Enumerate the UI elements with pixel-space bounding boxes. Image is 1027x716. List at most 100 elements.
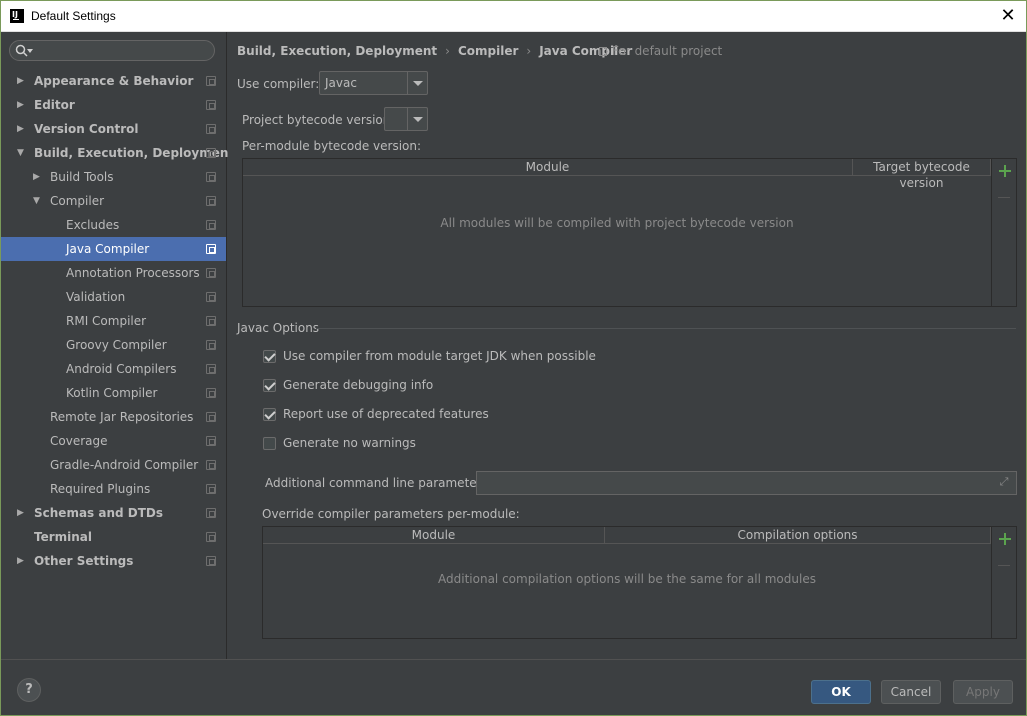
expanded-arrow-icon[interactable]: ▼ xyxy=(17,141,27,165)
project-settings-icon xyxy=(206,196,216,206)
use-compiler-label: Use compiler: xyxy=(237,77,320,91)
sidebar-item-remote-jar-repositories[interactable]: Remote Jar Repositories xyxy=(1,405,226,429)
project-bytecode-label: Project bytecode version: xyxy=(242,113,395,127)
sidebar-item-label: Annotation Processors xyxy=(66,266,200,280)
search-input[interactable] xyxy=(9,40,215,61)
settings-sidebar: ▶ Appearance & Behavior ▶ Editor ▶ Version Co… xyxy=(1,32,234,659)
per-module-bytecode-table: Module Target bytecode version All modul… xyxy=(242,158,1017,307)
empty-table-text: All modules will be compiled with projec… xyxy=(440,216,794,230)
table-toolbar xyxy=(991,159,1016,306)
sidebar-item-label: Coverage xyxy=(50,434,108,448)
breadcrumb-item-compiler: Compiler xyxy=(457,44,519,58)
sidebar-item-label: Build, Execution, Deployment xyxy=(34,146,235,160)
project-bytecode-select[interactable] xyxy=(384,107,428,131)
sidebar-item-compiler[interactable]: ▼ Compiler xyxy=(1,189,226,213)
sidebar-item-coverage[interactable]: Coverage xyxy=(1,429,226,453)
option-label: Report use of deprecated features xyxy=(283,407,489,421)
close-icon[interactable]: ✕ xyxy=(998,5,1018,26)
sidebar-item-label: Appearance & Behavior xyxy=(34,74,194,88)
additional-params-label: Additional command line parameters: xyxy=(265,476,492,490)
sidebar-item-editor[interactable]: ▶ Editor xyxy=(1,93,226,117)
project-settings-icon xyxy=(206,124,216,134)
sidebar-item-label: Java Compiler xyxy=(66,242,150,256)
sidebar-item-label: Version Control xyxy=(34,122,139,136)
checkbox-use-module-jdk[interactable] xyxy=(263,350,276,363)
intellij-app-icon: IJ xyxy=(10,9,24,23)
option-label: Generate no warnings xyxy=(283,436,416,450)
sidebar-item-android-compilers[interactable]: Android Compilers xyxy=(1,357,226,381)
sidebar-item-annotation-processors[interactable]: Annotation Processors xyxy=(1,261,226,285)
project-settings-icon xyxy=(206,100,216,110)
collapsed-arrow-icon[interactable]: ▶ xyxy=(17,93,27,117)
sidebar-item-version-control[interactable]: ▶ Version Control xyxy=(1,117,226,141)
sidebar-item-schemas-and-dtds[interactable]: ▶ Schemas and DTDs xyxy=(1,501,226,525)
empty-table-text: Additional compilation options will be t… xyxy=(438,572,816,586)
column-module[interactable]: Module xyxy=(243,159,853,175)
window-title: Default Settings xyxy=(31,9,116,23)
sidebar-item-gradle-android-compiler[interactable]: Gradle-Android Compiler xyxy=(1,453,226,477)
table-header: Module Target bytecode version xyxy=(243,159,991,190)
javac-options-title: Javac Options xyxy=(237,321,320,335)
chevron-down-icon xyxy=(407,108,427,130)
sidebar-item-groovy-compiler[interactable]: Groovy Compiler xyxy=(1,333,226,357)
collapsed-arrow-icon[interactable]: ▶ xyxy=(17,549,27,573)
sidebar-item-label: Excludes xyxy=(66,218,120,232)
sidebar-item-build-execution-deployment[interactable]: ▼ Build, Execution, Deployment xyxy=(1,141,234,165)
collapsed-arrow-icon[interactable]: ▶ xyxy=(33,165,43,189)
project-settings-icon xyxy=(206,76,216,86)
collapsed-arrow-icon[interactable]: ▶ xyxy=(17,501,27,525)
checkbox-debugging-info[interactable] xyxy=(263,379,276,392)
apply-button[interactable]: Apply xyxy=(953,680,1013,704)
ok-button[interactable]: OK xyxy=(811,680,871,704)
override-params-label: Override compiler parameters per-module: xyxy=(262,507,520,521)
project-settings-icon xyxy=(206,244,216,254)
collapsed-arrow-icon[interactable]: ▶ xyxy=(17,69,27,93)
help-icon[interactable]: ? xyxy=(17,678,41,702)
project-settings-icon xyxy=(206,388,216,398)
sidebar-item-appearance-behavior[interactable]: ▶ Appearance & Behavior xyxy=(1,69,226,93)
sidebar-item-label: Compiler xyxy=(50,194,105,208)
sidebar-item-java-compiler[interactable]: Java Compiler xyxy=(1,237,226,261)
breadcrumb-item-build: Build, Execution, Deployment xyxy=(237,44,438,58)
table-toolbar xyxy=(991,527,1016,638)
project-settings-icon xyxy=(206,532,216,542)
project-settings-icon xyxy=(206,484,216,494)
sidebar-item-label: Terminal xyxy=(34,530,93,544)
sidebar-item-build-tools[interactable]: ▶ Build Tools xyxy=(1,165,226,189)
java-compiler-panel: Build, Execution, Deployment › Compiler › Ja… xyxy=(228,32,1026,659)
sidebar-item-required-plugins[interactable]: Required Plugins xyxy=(1,477,226,501)
sidebar-item-label: Groovy Compiler xyxy=(66,338,167,352)
search-dropdown-icon xyxy=(27,49,33,53)
expanded-arrow-icon[interactable]: ▼ xyxy=(33,189,43,213)
sidebar-item-excludes[interactable]: Excludes xyxy=(1,213,226,237)
breadcrumb-separator: › xyxy=(526,44,532,58)
sidebar-item-validation[interactable]: Validation xyxy=(1,285,226,309)
column-module[interactable]: Module xyxy=(263,527,605,543)
sidebar-item-label: Remote Jar Repositories xyxy=(50,410,194,424)
sidebar-item-rmi-compiler[interactable]: RMI Compiler xyxy=(1,309,226,333)
project-settings-icon xyxy=(206,508,216,518)
checkbox-deprecated-features[interactable] xyxy=(263,408,276,421)
sidebar-item-other-settings[interactable]: ▶ Other Settings xyxy=(1,549,226,573)
section-divider xyxy=(316,328,1016,329)
use-compiler-select[interactable]: Javac xyxy=(319,71,428,95)
title-bar: IJ Default Settings ✕ xyxy=(1,1,1026,32)
column-target-bytecode[interactable]: Target bytecode version xyxy=(853,159,991,190)
column-compilation-options[interactable]: Compilation options xyxy=(605,527,991,543)
per-module-bytecode-label: Per-module bytecode version: xyxy=(242,139,422,153)
add-module-icon[interactable] xyxy=(998,164,1012,178)
remove-override-icon[interactable] xyxy=(998,565,1010,566)
sidebar-item-label: Other Settings xyxy=(34,554,134,568)
sidebar-item-label: Schemas and DTDs xyxy=(34,506,164,520)
cancel-button[interactable]: Cancel xyxy=(881,680,941,704)
add-override-icon[interactable] xyxy=(998,532,1012,546)
project-settings-icon xyxy=(206,340,216,350)
remove-module-icon[interactable] xyxy=(998,197,1010,198)
checkbox-no-warnings[interactable] xyxy=(263,437,276,450)
sidebar-item-kotlin-compiler[interactable]: Kotlin Compiler xyxy=(1,381,226,405)
sidebar-item-terminal[interactable]: Terminal xyxy=(1,525,226,549)
additional-params-input[interactable] xyxy=(476,471,1017,495)
expand-icon[interactable]: ⤢ xyxy=(998,476,1010,488)
sidebar-item-label: Required Plugins xyxy=(50,482,151,496)
collapsed-arrow-icon[interactable]: ▶ xyxy=(17,117,27,141)
